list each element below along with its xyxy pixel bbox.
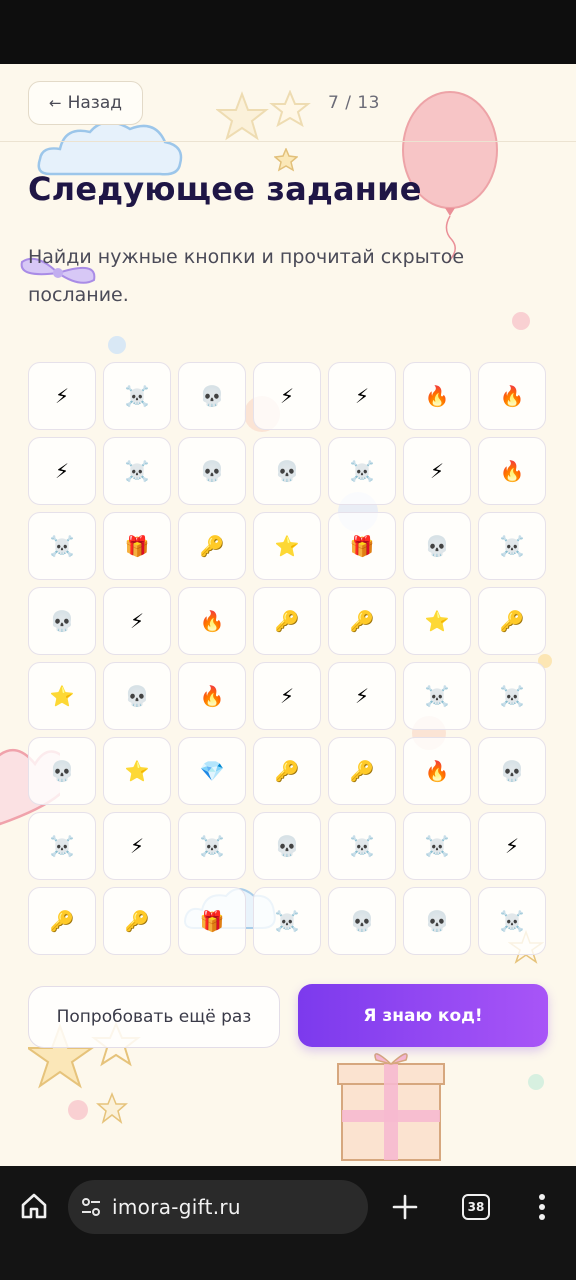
grid-cell[interactable]: 🔑 bbox=[253, 587, 321, 655]
grid-cell[interactable]: 💀 bbox=[103, 662, 171, 730]
grid-cell[interactable]: ⚡ bbox=[253, 362, 321, 430]
know-code-button[interactable]: Я знаю код! bbox=[298, 984, 548, 1047]
confetti-dot bbox=[512, 312, 530, 330]
retry-button[interactable]: Попробовать ещё раз bbox=[28, 986, 280, 1048]
grid-cell[interactable]: 🔥 bbox=[403, 737, 471, 805]
url-text: imora-gift.ru bbox=[112, 1195, 241, 1219]
tabs-icon[interactable]: 38 bbox=[462, 1194, 490, 1220]
grid-cell[interactable]: 🔑 bbox=[103, 887, 171, 955]
grid-cell[interactable]: ⭐ bbox=[253, 512, 321, 580]
star-decoration-small bbox=[274, 148, 298, 172]
grid-cell[interactable]: ⚡ bbox=[403, 437, 471, 505]
grid-cell[interactable]: ⚡ bbox=[253, 662, 321, 730]
grid-cell[interactable]: ⚡ bbox=[103, 812, 171, 880]
more-vert-icon[interactable] bbox=[530, 1190, 554, 1224]
grid-cell[interactable]: 💀 bbox=[403, 887, 471, 955]
grid-cell[interactable]: 🔑 bbox=[253, 737, 321, 805]
grid-cell[interactable]: ⚡ bbox=[478, 812, 546, 880]
grid-cell[interactable]: ☠️ bbox=[28, 812, 96, 880]
grid-cell[interactable]: ☠️ bbox=[253, 887, 321, 955]
grid-cell[interactable]: 💀 bbox=[403, 512, 471, 580]
grid-cell[interactable]: 🔑 bbox=[178, 512, 246, 580]
browser-bottom-bar: imora-gift.ru 38 bbox=[0, 1166, 576, 1280]
status-bar bbox=[0, 0, 576, 64]
grid-cell[interactable]: 🔑 bbox=[328, 587, 396, 655]
grid-cell[interactable]: ☠️ bbox=[328, 437, 396, 505]
back-button-label: Назад bbox=[67, 93, 122, 113]
grid-cell[interactable]: ☠️ bbox=[178, 812, 246, 880]
grid-cell[interactable]: ☠️ bbox=[28, 512, 96, 580]
confetti-dot bbox=[108, 336, 126, 354]
grid-cell[interactable]: 🎁 bbox=[103, 512, 171, 580]
confetti-dot bbox=[68, 1100, 88, 1120]
grid-cell[interactable]: 🔑 bbox=[478, 587, 546, 655]
grid-cell[interactable]: ☠️ bbox=[328, 812, 396, 880]
grid-cell[interactable]: ⭐ bbox=[403, 587, 471, 655]
plus-icon[interactable] bbox=[390, 1192, 420, 1222]
grid-cell[interactable]: ☠️ bbox=[103, 362, 171, 430]
symbol-grid: ⚡ ☠️ 💀 ⚡ ⚡ 🔥 🔥 ⚡ ☠️ 💀 💀 ☠️ ⚡ 🔥 ☠️ 🎁 🔑 ⭐ 🎁 💀 ☠️ 💀 ⚡ 🔥 🔑 🔑 ⭐ 🔑 ⭐ 💀 🔥 ⚡ ⚡ ☠️… bbox=[28, 362, 548, 955]
grid-cell[interactable]: 💀 bbox=[328, 887, 396, 955]
grid-cell[interactable]: 🔥 bbox=[403, 362, 471, 430]
address-bar[interactable]: imora-gift.ru bbox=[68, 1180, 368, 1234]
grid-cell[interactable]: 🔥 bbox=[478, 362, 546, 430]
grid-cell[interactable]: ☠️ bbox=[478, 512, 546, 580]
page: ← Назад 7 / 13 Следующее задание Найди н… bbox=[0, 64, 576, 1166]
grid-cell[interactable]: 🔑 bbox=[28, 887, 96, 955]
tune-icon[interactable] bbox=[80, 1196, 102, 1218]
arrow-left-icon: ← bbox=[49, 94, 62, 112]
grid-cell[interactable]: ⚡ bbox=[328, 662, 396, 730]
grid-cell[interactable]: ☠️ bbox=[403, 662, 471, 730]
grid-cell[interactable]: ⭐ bbox=[103, 737, 171, 805]
grid-cell[interactable]: ⭐ bbox=[28, 662, 96, 730]
grid-cell[interactable]: 💎 bbox=[178, 737, 246, 805]
grid-cell[interactable]: ☠️ bbox=[103, 437, 171, 505]
page-title: Следующее задание bbox=[28, 170, 422, 208]
grid-cell[interactable]: ⚡ bbox=[103, 587, 171, 655]
grid-cell[interactable]: 💀 bbox=[28, 587, 96, 655]
grid-cell[interactable]: 🎁 bbox=[328, 512, 396, 580]
grid-cell[interactable]: 🔥 bbox=[178, 587, 246, 655]
grid-cell[interactable]: 💀 bbox=[478, 737, 546, 805]
grid-cell[interactable]: 🔑 bbox=[328, 737, 396, 805]
grid-cell[interactable]: 💀 bbox=[253, 812, 321, 880]
grid-cell[interactable]: ☠️ bbox=[403, 812, 471, 880]
grid-cell[interactable]: 💀 bbox=[178, 362, 246, 430]
grid-cell[interactable]: 💀 bbox=[178, 437, 246, 505]
grid-cell[interactable]: ☠️ bbox=[478, 662, 546, 730]
grid-cell[interactable]: ☠️ bbox=[478, 887, 546, 955]
grid-cell[interactable]: ⚡ bbox=[28, 362, 96, 430]
gift-decoration bbox=[337, 1053, 445, 1161]
home-icon[interactable] bbox=[18, 1190, 50, 1222]
confetti-dot bbox=[528, 1074, 544, 1090]
back-button[interactable]: ← Назад bbox=[28, 81, 143, 125]
grid-cell[interactable]: 🔥 bbox=[178, 662, 246, 730]
grid-cell[interactable]: 🎁 bbox=[178, 887, 246, 955]
top-bar: ← Назад 7 / 13 bbox=[0, 64, 576, 142]
grid-cell[interactable]: ⚡ bbox=[28, 437, 96, 505]
progress-counter: 7 / 13 bbox=[328, 93, 380, 113]
grid-cell[interactable]: 💀 bbox=[28, 737, 96, 805]
grid-cell[interactable]: 💀 bbox=[253, 437, 321, 505]
grid-cell[interactable]: 🔥 bbox=[478, 437, 546, 505]
task-description: Найди нужные кнопки и прочитай скрытое п… bbox=[28, 246, 465, 306]
grid-cell[interactable]: ⚡ bbox=[328, 362, 396, 430]
